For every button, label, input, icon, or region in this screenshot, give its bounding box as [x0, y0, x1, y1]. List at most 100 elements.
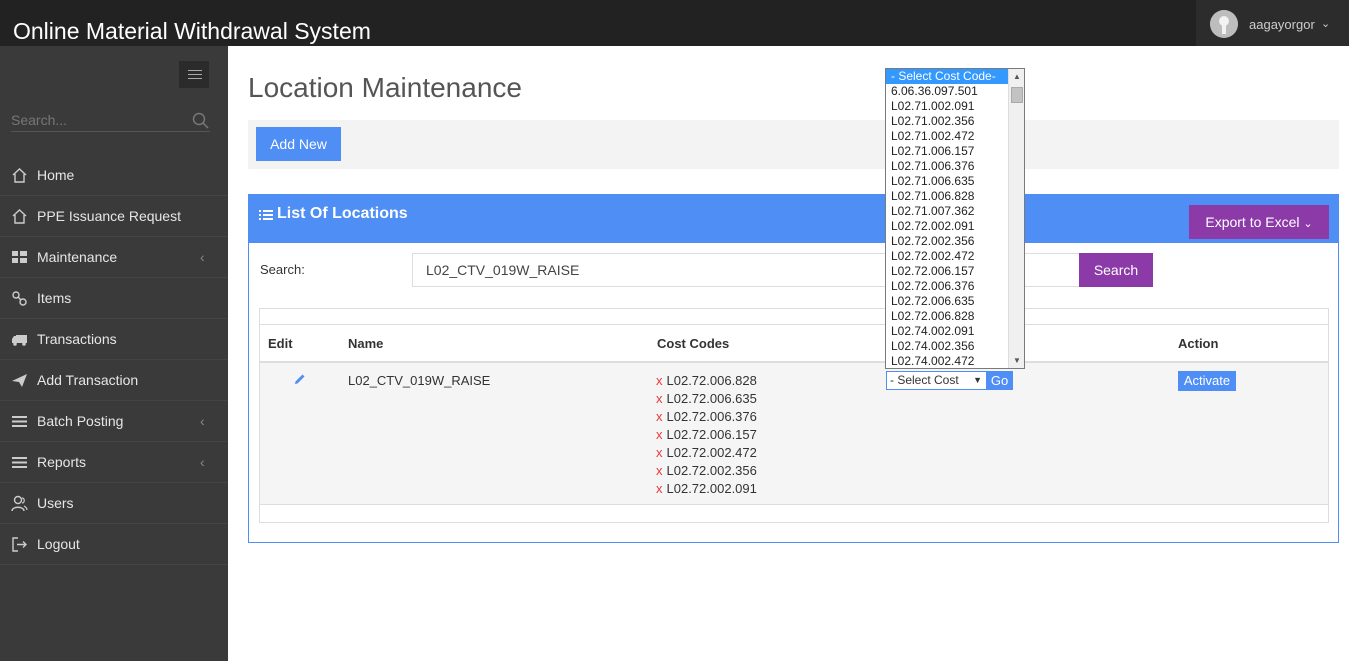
home-icon	[12, 168, 27, 183]
pencil-icon[interactable]	[294, 373, 306, 385]
dropdown-option[interactable]: L02.71.002.356	[886, 114, 1008, 129]
remove-cost-code-icon[interactable]: x	[656, 391, 663, 406]
dropdown-option[interactable]: L02.72.006.635	[886, 294, 1008, 309]
sidebar-item-maintenance[interactable]: Maintenance ‹	[0, 237, 228, 278]
app-title[interactable]: Online Material Withdrawal System	[13, 18, 371, 45]
cost-code-item: x L02.72.006.828	[656, 373, 757, 391]
dropdown-option[interactable]: L02.71.006.828	[886, 189, 1008, 204]
go-button[interactable]: Go	[986, 371, 1013, 390]
list-icon	[259, 210, 273, 220]
dropdown-option[interactable]: L02.72.002.091	[886, 219, 1008, 234]
user-menu[interactable]: aagayorgor ⌄	[1196, 0, 1349, 46]
dropdown-scrollbar[interactable]: ▲ ▼	[1008, 69, 1024, 368]
sidebar-item-batch-posting[interactable]: Batch Posting ‹	[0, 401, 228, 442]
cost-code-item: x L02.72.002.472	[656, 445, 757, 463]
dropdown-option[interactable]: L02.71.006.376	[886, 159, 1008, 174]
sidebar-item-transactions[interactable]: Transactions	[0, 319, 228, 360]
dropdown-option[interactable]: - Select Cost Code-	[886, 69, 1008, 84]
user-name: aagayorgor	[1249, 17, 1315, 32]
users-icon	[11, 495, 28, 512]
list-icon	[12, 457, 27, 468]
cost-code: L02.72.006.157	[666, 427, 757, 442]
search-label: Search:	[260, 262, 305, 277]
link-icon	[12, 291, 27, 306]
cost-code-item: x L02.72.006.157	[656, 427, 757, 445]
scroll-down-arrow-icon[interactable]: ▼	[1009, 353, 1024, 368]
dropdown-option[interactable]: L02.72.006.828	[886, 309, 1008, 324]
sidebar-toggle-button[interactable]	[179, 61, 209, 88]
search-button[interactable]: Search	[1079, 253, 1153, 287]
sidebar-item-ppe-issuance-request[interactable]: PPE Issuance Request	[0, 196, 228, 237]
sidebar-item-label: Reports	[37, 454, 87, 470]
activate-button[interactable]: Activate	[1178, 371, 1236, 391]
cost-code: L02.72.002.356	[666, 463, 757, 478]
dropdown-option[interactable]: L02.72.002.472	[886, 249, 1008, 264]
sidebar-item-items[interactable]: Items	[0, 278, 228, 319]
dropdown-option[interactable]: L02.74.002.091	[886, 324, 1008, 339]
export-to-excel-button[interactable]: Export to Excel ⌄	[1189, 205, 1329, 239]
panel-header: List Of Locations Export to Excel ⌄	[249, 195, 1338, 243]
dropdown-option[interactable]: L02.72.006.376	[886, 279, 1008, 294]
toolbar-well	[248, 120, 1339, 169]
avatar	[1210, 10, 1238, 38]
chevron-left-icon: ‹	[200, 413, 205, 429]
cost-code-list: x L02.72.006.828 x L02.72.006.635 x L02.72.…	[656, 373, 757, 499]
sidebar-item-logout[interactable]: Logout	[0, 524, 228, 565]
sidebar-item-label: Transactions	[37, 331, 117, 347]
sidebar-item-label: Users	[37, 495, 74, 511]
column-header-name[interactable]: Name	[348, 336, 383, 351]
sidebar-item-label: Add Transaction	[37, 372, 139, 388]
dropdown-option[interactable]: L02.72.006.157	[886, 264, 1008, 279]
sidebar: Search... Home PPE Issuance Request Main…	[0, 46, 228, 661]
dropdown-option[interactable]: L02.71.006.157	[886, 144, 1008, 159]
hamburger-line	[188, 74, 202, 75]
sidebar-item-home[interactable]: Home	[0, 155, 228, 196]
remove-cost-code-icon[interactable]: x	[656, 445, 663, 460]
list-icon	[12, 416, 27, 427]
search-placeholder: Search...	[11, 112, 68, 128]
scroll-up-arrow-icon[interactable]: ▲	[1009, 69, 1024, 84]
column-header-cost-codes[interactable]: Cost Codes	[657, 336, 729, 351]
column-header-edit[interactable]: Edit	[268, 336, 293, 351]
dropdown-option[interactable]: L02.71.006.635	[886, 174, 1008, 189]
remove-cost-code-icon[interactable]: x	[656, 409, 663, 424]
chevron-left-icon: ‹	[200, 249, 205, 265]
remove-cost-code-icon[interactable]: x	[656, 481, 663, 496]
remove-cost-code-icon[interactable]: x	[656, 427, 663, 442]
sidebar-search-input[interactable]: Search...	[11, 112, 210, 132]
dropdown-option[interactable]: L02.71.002.472	[886, 129, 1008, 144]
add-new-button[interactable]: Add New	[256, 127, 341, 161]
cost-code-select[interactable]: - Select Cost ▼	[886, 371, 987, 390]
locations-table: Edit Name Cost Codes Action L02_CTV_019W…	[259, 308, 1329, 523]
dropdown-option[interactable]: L02.74.002.356	[886, 339, 1008, 354]
column-header-action[interactable]: Action	[1178, 336, 1218, 351]
scrollbar-thumb[interactable]	[1011, 87, 1023, 103]
sidebar-item-label: Items	[37, 290, 72, 306]
panel-title: List Of Locations	[277, 205, 408, 222]
cost-code-dropdown-list[interactable]: - Select Cost Code- 6.06.36.097.501 L02.…	[885, 68, 1025, 369]
sidebar-item-users[interactable]: Users	[0, 483, 228, 524]
sidebar-item-add-transaction[interactable]: Add Transaction	[0, 360, 228, 401]
hamburger-icon	[188, 70, 202, 71]
chevron-left-icon: ‹	[200, 454, 205, 470]
dropdown-option[interactable]: L02.71.002.091	[886, 99, 1008, 114]
cost-code: L02.72.002.472	[666, 445, 757, 460]
locations-panel: List Of Locations Export to Excel ⌄ Sear…	[248, 194, 1339, 543]
search-icon[interactable]	[192, 112, 210, 130]
chevron-down-icon: ⌄	[1321, 18, 1331, 30]
sidebar-item-label: Logout	[37, 536, 80, 552]
cost-code-item: x L02.72.006.635	[656, 391, 757, 409]
dropdown-option[interactable]: L02.72.002.356	[886, 234, 1008, 249]
chevron-down-icon: ⌄	[1303, 218, 1313, 230]
sidebar-item-reports[interactable]: Reports ‹	[0, 442, 228, 483]
truck-icon	[12, 335, 27, 346]
table-toolbar-row	[260, 309, 1328, 325]
cost-code-item: x L02.72.002.356	[656, 463, 757, 481]
dropdown-option[interactable]: 6.06.36.097.501	[886, 84, 1008, 99]
table-row: L02_CTV_019W_RAISE x L02.72.006.828 x L02.…	[260, 363, 1328, 505]
dropdown-option[interactable]: L02.74.002.472	[886, 354, 1008, 368]
caret-down-icon: ▼	[973, 375, 982, 385]
dropdown-option[interactable]: L02.71.007.362	[886, 204, 1008, 219]
remove-cost-code-icon[interactable]: x	[656, 373, 663, 388]
remove-cost-code-icon[interactable]: x	[656, 463, 663, 478]
